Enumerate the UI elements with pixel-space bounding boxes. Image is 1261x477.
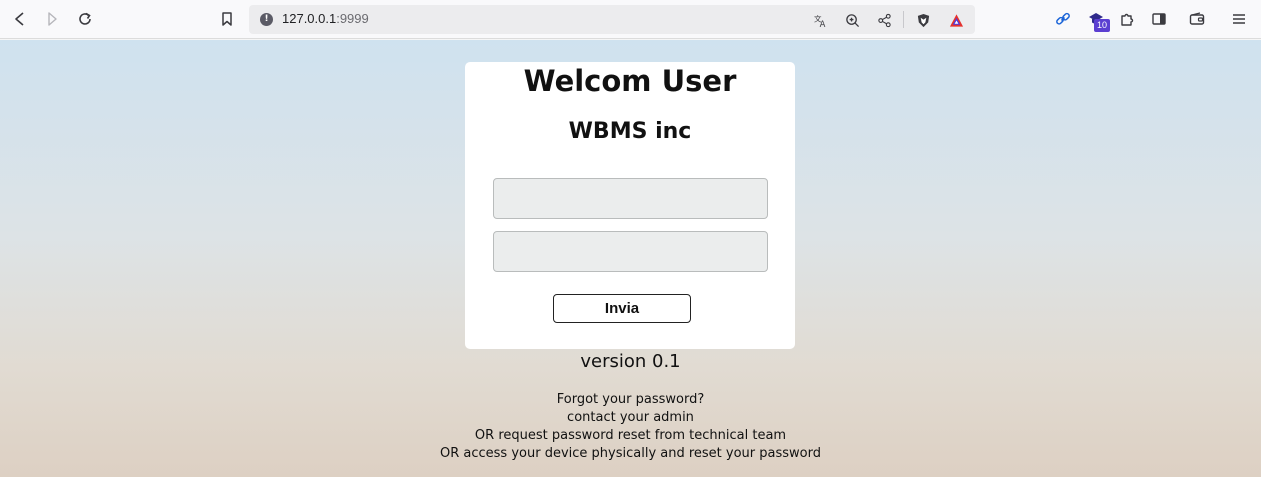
help-line: contact your admin (567, 410, 694, 425)
brave-shields-icon[interactable] (914, 11, 932, 29)
password-field[interactable] (493, 231, 768, 272)
extension-badge: 10 (1094, 19, 1110, 32)
page-title: Welcom User (523, 64, 737, 98)
sidebar-icon[interactable] (1147, 8, 1171, 30)
share-icon[interactable] (875, 11, 893, 29)
url-separator (903, 11, 904, 28)
svg-text:A: A (819, 19, 825, 28)
reload-icon[interactable] (73, 8, 97, 30)
address-bar[interactable]: ! 127.0.0.1:9999 文A (249, 5, 975, 34)
help-text: Forgot your password? contact your admin… (0, 391, 1261, 463)
help-line: OR access your device physically and res… (440, 446, 821, 461)
forward-icon[interactable] (40, 8, 64, 30)
url-text[interactable]: 127.0.0.1:9999 (282, 11, 369, 26)
submit-button[interactable]: Invia (553, 294, 691, 323)
help-line: Forgot your password? (556, 392, 705, 407)
version-label: version 0.1 (580, 351, 681, 372)
brave-rewards-icon[interactable] (947, 11, 965, 29)
wallet-icon[interactable] (1185, 8, 1209, 30)
link-extension-icon[interactable] (1051, 8, 1075, 30)
url-port: :9999 (336, 11, 369, 26)
browser-toolbar: ! 127.0.0.1:9999 文A 10 (0, 0, 1261, 39)
back-icon[interactable] (8, 8, 32, 30)
company-name: WBMS inc (568, 119, 692, 144)
page-content: Welcom User WBMS inc Invia version 0.1 F… (0, 40, 1261, 477)
help-line: OR request password reset from technical… (474, 428, 787, 443)
login-card: Welcom User WBMS inc Invia (465, 62, 795, 349)
menu-icon[interactable] (1227, 8, 1251, 30)
bookmark-icon[interactable] (215, 8, 239, 30)
zoom-icon[interactable] (843, 11, 861, 29)
extensions-puzzle-icon[interactable] (1115, 8, 1139, 30)
site-info-icon[interactable]: ! (260, 13, 273, 26)
url-host: 127.0.0.1 (282, 11, 337, 26)
translate-icon[interactable]: 文A (811, 11, 829, 29)
username-field[interactable] (493, 178, 768, 219)
